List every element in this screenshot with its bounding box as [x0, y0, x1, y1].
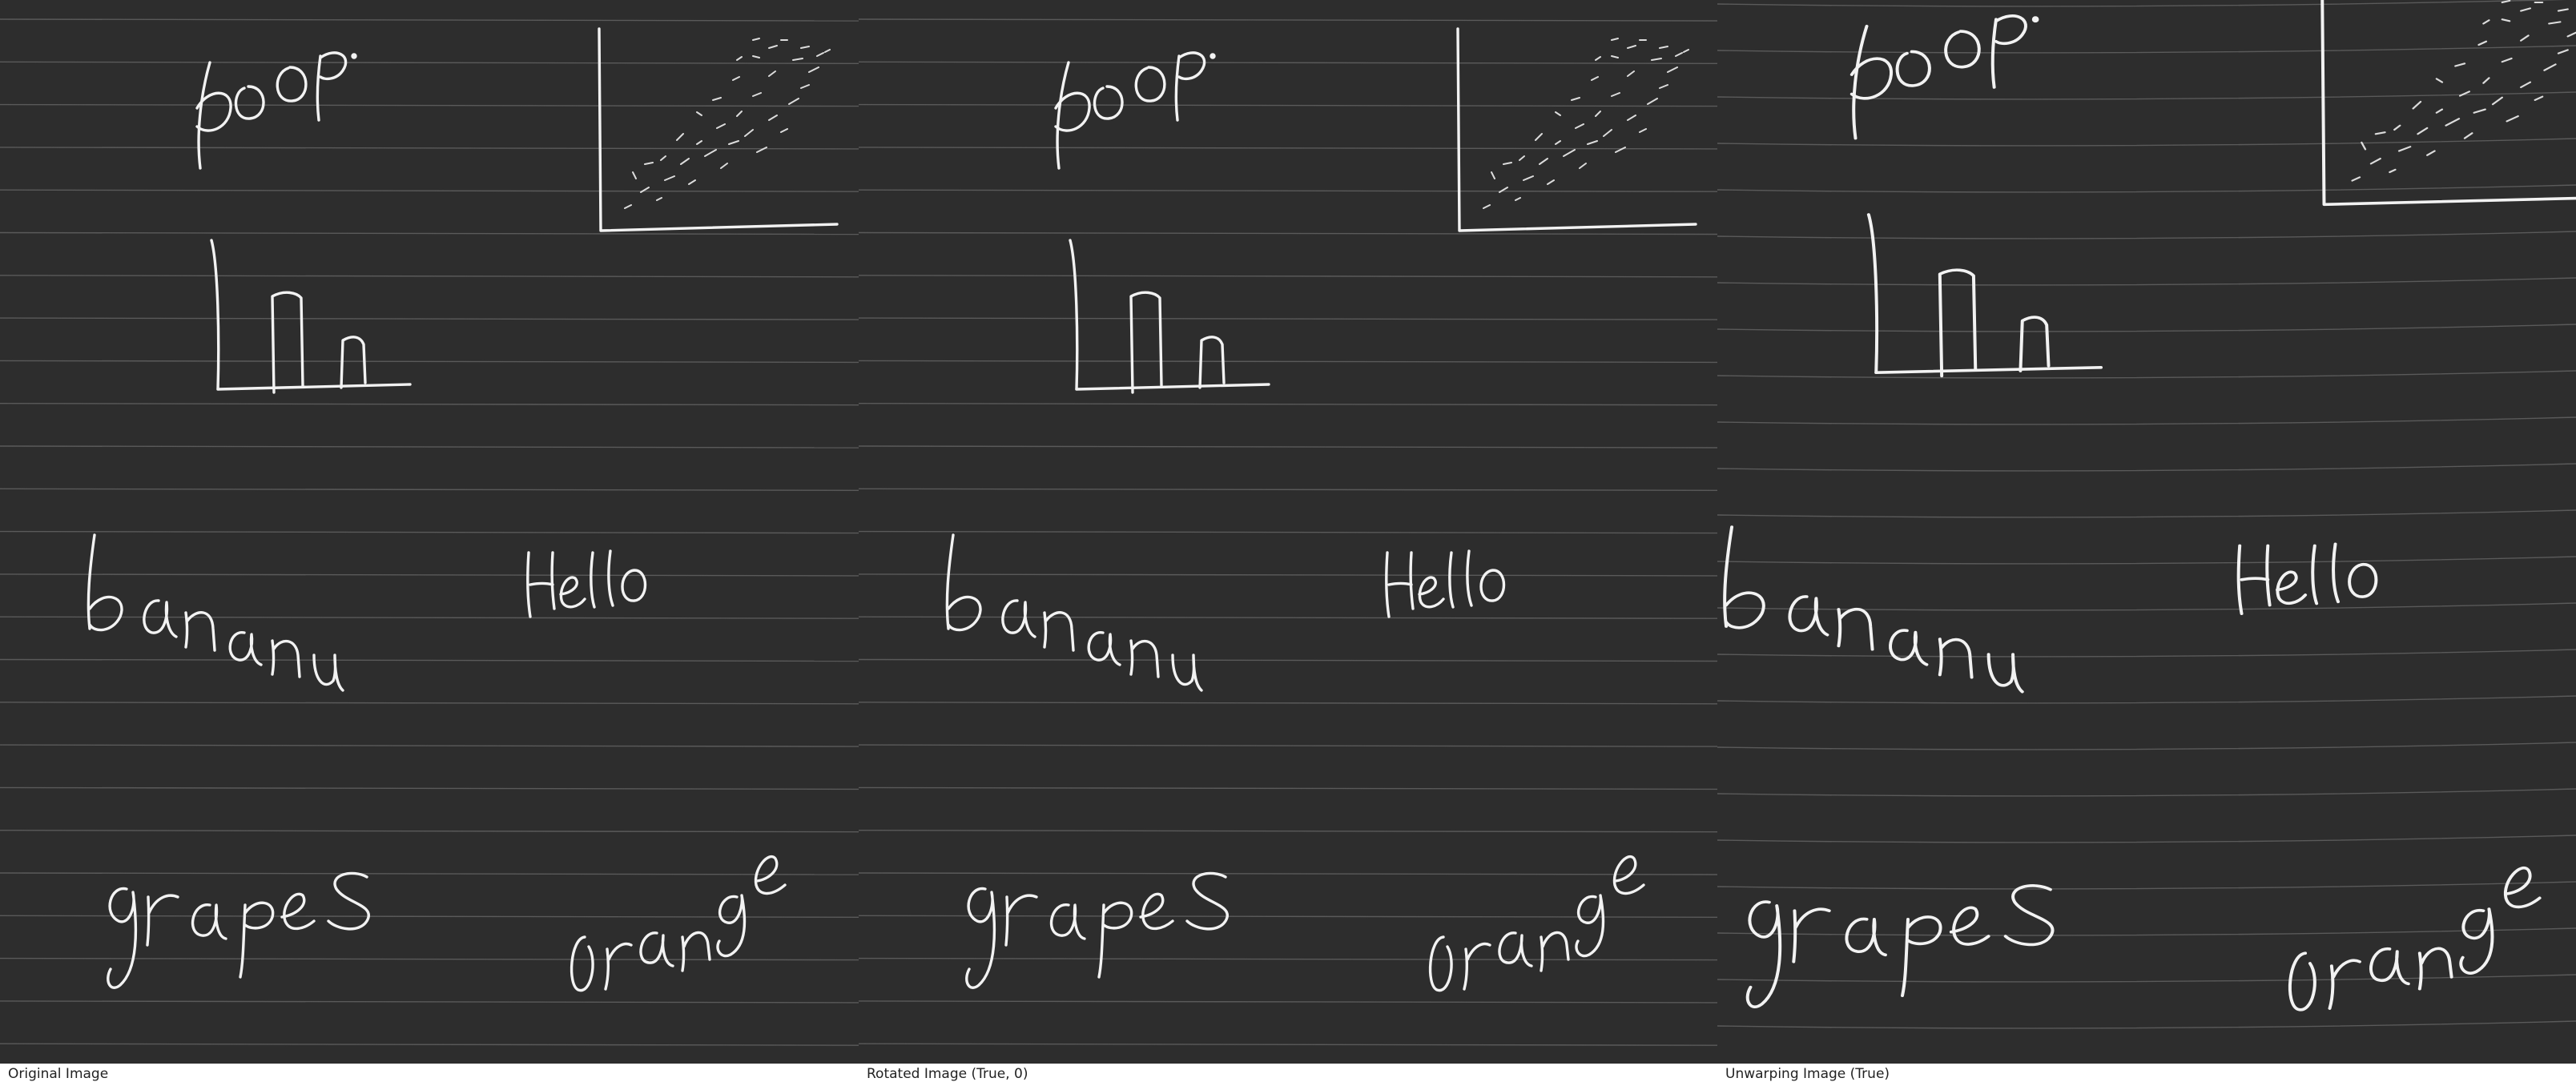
- notebook-page-image: [0, 0, 859, 1064]
- notebook-page-image: [859, 0, 1717, 1064]
- panel-caption: Original Image: [8, 1066, 109, 1082]
- panel-caption: Unwarping Image (True): [1725, 1066, 1890, 1082]
- panel-caption: Rotated Image (True, 0): [867, 1066, 1028, 1082]
- original-image-panel: [0, 0, 859, 1064]
- notebook-page-image: [1717, 0, 2576, 1064]
- unwarped-image-panel: [1717, 0, 2576, 1064]
- rotated-image-panel: [859, 0, 1717, 1064]
